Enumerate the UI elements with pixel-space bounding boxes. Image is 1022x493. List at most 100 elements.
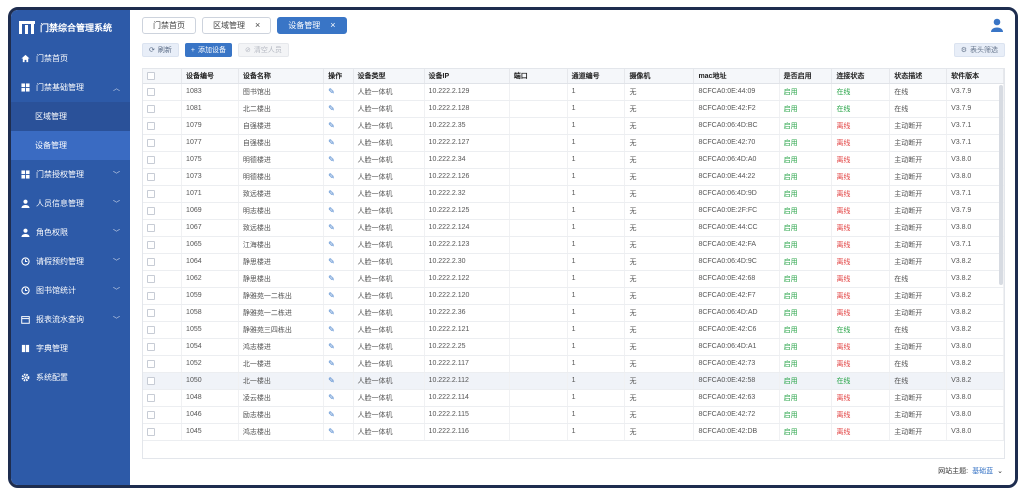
row-checkbox[interactable] [147,206,155,215]
column-header[interactable]: 是否启用 [779,69,833,84]
edit-icon[interactable]: ✎ [328,359,335,368]
row-checkbox[interactable] [147,121,155,130]
row-checkbox[interactable] [147,291,155,300]
column-header[interactable]: 状态描述 [889,69,948,84]
table-row[interactable]: 1062 静思楼出 ✎ 人脸一体机 10.222.2.122 1 无 8CFCA0:0E:42… [143,270,1004,288]
row-checkbox[interactable] [147,308,155,317]
edit-icon[interactable]: ✎ [328,206,335,215]
row-checkbox[interactable] [147,274,155,283]
edit-icon[interactable]: ✎ [328,291,335,300]
table-row[interactable]: 1079 自强楼进 ✎ 人脸一体机 10.222.2.35 1 无 8CFCA0:06:4D:… [143,117,1004,135]
table-row[interactable]: 1077 自强楼出 ✎ 人脸一体机 10.222.2.127 1 无 8CFCA0:0E:42… [143,134,1004,152]
edit-icon[interactable]: ✎ [328,257,335,266]
column-header[interactable]: 设备类型 [353,69,425,84]
edit-icon[interactable]: ✎ [328,410,335,419]
table-scrollbar[interactable] [999,85,1003,285]
sidebar-item-3[interactable]: 人员信息管理 ﹀ [11,189,130,218]
table-row[interactable]: 1048 凌云楼出 ✎ 人脸一体机 10.222.2.114 1 无 8CFCA0:0E:42… [143,389,1004,407]
column-header[interactable]: 通道编号 [567,69,626,84]
table-row[interactable]: 1071 致远楼进 ✎ 人脸一体机 10.222.2.32 1 无 8CFCA0:06:4D:… [143,185,1004,203]
sidebar-item-2[interactable]: 门禁授权管理 ﹀ [11,160,130,189]
edit-icon[interactable]: ✎ [328,87,335,96]
sidebar-item-9[interactable]: 系统配置 [11,363,130,392]
row-checkbox[interactable] [147,257,155,266]
table-row[interactable]: 1059 静雅苑一二栋出 ✎ 人脸一体机 10.222.2.120 1 无 8CFCA0:0E… [143,287,1004,305]
table-row[interactable]: 1081 北二楼出 ✎ 人脸一体机 10.222.2.128 1 无 8CFCA0:0E:42… [143,100,1004,118]
theme-value[interactable]: 基础蓝 [972,466,993,476]
edit-icon[interactable]: ✎ [328,155,335,164]
sidebar-item-0[interactable]: 门禁首页 [11,44,130,73]
row-checkbox[interactable] [147,87,155,96]
refresh-button[interactable]: ⟳ 刷新 [142,43,179,57]
row-checkbox[interactable] [147,376,155,385]
row-checkbox[interactable] [147,342,155,351]
row-checkbox[interactable] [147,138,155,147]
sidebar-item-5[interactable]: 请假预约管理 ﹀ [11,247,130,276]
column-header[interactable]: 操作 [323,69,354,84]
edit-icon[interactable]: ✎ [328,393,335,402]
table-row[interactable]: 1083 图书馆出 ✎ 人脸一体机 10.222.2.129 1 无 8CFCA0:0E:44… [143,83,1004,101]
table-row[interactable]: 1075 明德楼进 ✎ 人脸一体机 10.222.2.34 1 无 8CFCA0:06:4D:… [143,151,1004,169]
sidebar-item-1[interactable]: 门禁基础管理 ︿ [11,73,130,102]
table-row[interactable]: 1050 北一楼出 ✎ 人脸一体机 10.222.2.112 1 无 8CFCA0:0E:42… [143,372,1004,390]
row-checkbox[interactable] [147,427,155,436]
table-row[interactable]: 1052 北一楼进 ✎ 人脸一体机 10.222.2.117 1 无 8CFCA0:0E:42… [143,355,1004,373]
edit-icon[interactable]: ✎ [328,240,335,249]
submenu-item-0[interactable]: 区域管理 [11,102,130,131]
edit-icon[interactable]: ✎ [328,223,335,232]
row-checkbox[interactable] [147,325,155,334]
header-filter-button[interactable]: ⚙ 表头筛选 [953,43,1005,57]
edit-icon[interactable]: ✎ [328,121,335,130]
table-row[interactable]: 1073 明德楼出 ✎ 人脸一体机 10.222.2.126 1 无 8CFCA0:0E:44… [143,168,1004,186]
column-header[interactable]: mac地址 [693,69,780,84]
column-header[interactable]: 连接状态 [831,69,891,84]
edit-icon[interactable]: ✎ [328,172,335,181]
table-row[interactable]: 1045 鸿志楼出 ✎ 人脸一体机 10.222.2.116 1 无 8CFCA0:0E:42… [143,423,1004,441]
column-header[interactable]: 设备名称 [238,69,325,84]
clear-people-button[interactable]: ⊘ 清空人员 [237,43,289,57]
user-avatar-icon[interactable] [991,18,1003,32]
column-header[interactable]: 设备IP [424,69,510,84]
row-checkbox[interactable] [147,223,155,232]
chevron-down-icon[interactable]: ⌄ [997,467,1003,475]
tab-2[interactable]: 设备管理 × [277,16,347,34]
submenu-item-1[interactable]: 设备管理 [11,131,130,160]
edit-icon[interactable]: ✎ [328,427,335,436]
row-checkbox[interactable] [147,393,155,402]
table-row[interactable]: 1067 致远楼出 ✎ 人脸一体机 10.222.2.124 1 无 8CFCA0:0E:44… [143,219,1004,237]
row-checkbox[interactable] [147,240,155,249]
select-all-checkbox[interactable] [147,71,155,80]
add-device-button[interactable]: + 添加设备 [184,43,232,57]
row-checkbox[interactable] [147,410,155,419]
sidebar-item-6[interactable]: 图书馆统计 ﹀ [11,276,130,305]
sidebar-item-4[interactable]: 角色权限 ﹀ [11,218,130,247]
edit-icon[interactable]: ✎ [328,189,335,198]
table-row[interactable]: 1069 明志楼出 ✎ 人脸一体机 10.222.2.125 1 无 8CFCA0:0E:2F… [143,202,1004,220]
row-checkbox[interactable] [147,155,155,164]
column-header[interactable]: 端口 [509,69,568,84]
table-row[interactable]: 1058 静雅苑一二栋进 ✎ 人脸一体机 10.222.2.36 1 无 8CFCA0:06:… [143,304,1004,322]
row-checkbox[interactable] [147,172,155,181]
row-checkbox[interactable] [147,359,155,368]
table-row[interactable]: 1054 鸿志楼进 ✎ 人脸一体机 10.222.2.25 1 无 8CFCA0:06:4D:… [143,338,1004,356]
edit-icon[interactable]: ✎ [328,376,335,385]
close-icon[interactable]: × [330,20,335,30]
edit-icon[interactable]: ✎ [328,325,335,334]
sidebar-item-8[interactable]: 字典管理 [11,334,130,363]
table-row[interactable]: 1064 静思楼进 ✎ 人脸一体机 10.222.2.30 1 无 8CFCA0:06:4D:… [143,253,1004,271]
table-row[interactable]: 1055 静雅苑三四栋出 ✎ 人脸一体机 10.222.2.121 1 无 8CFCA0:0E… [143,321,1004,339]
tab-0[interactable]: 门禁首页 [142,16,196,34]
edit-icon[interactable]: ✎ [328,342,335,351]
row-checkbox[interactable] [147,189,155,198]
column-header[interactable]: 摄像机 [624,69,695,84]
column-header[interactable]: 设备编号 [181,69,239,84]
edit-icon[interactable]: ✎ [328,138,335,147]
edit-icon[interactable]: ✎ [328,308,335,317]
table-row[interactable]: 1046 励志楼出 ✎ 人脸一体机 10.222.2.115 1 无 8CFCA0:0E:42… [143,406,1004,424]
sidebar-item-7[interactable]: 报表流水查询 ﹀ [11,305,130,334]
row-checkbox[interactable] [147,104,155,113]
edit-icon[interactable]: ✎ [328,104,335,113]
edit-icon[interactable]: ✎ [328,274,335,283]
tab-1[interactable]: 区域管理 × [202,16,272,34]
close-icon[interactable]: × [255,20,260,30]
